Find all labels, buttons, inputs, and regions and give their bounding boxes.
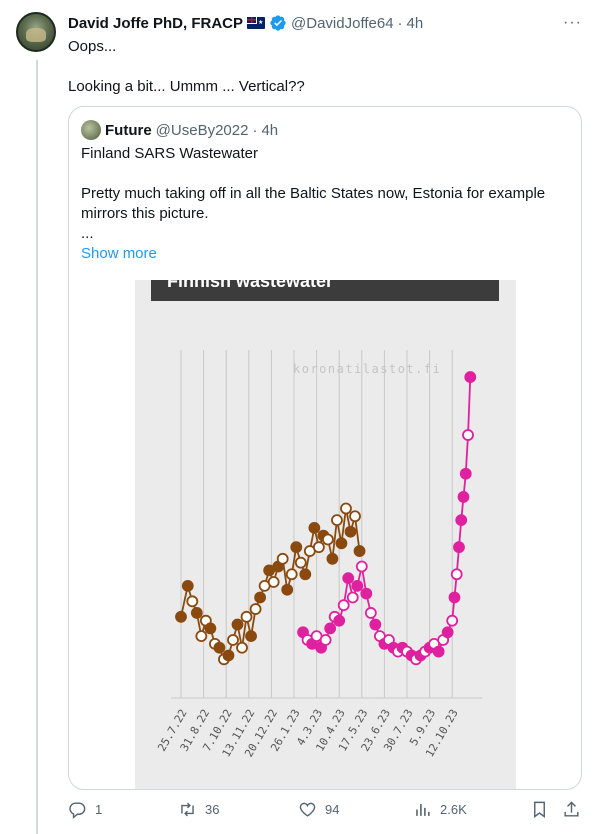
data-point — [231, 618, 244, 631]
reply-icon — [69, 802, 86, 819]
data-point — [455, 514, 468, 527]
show-more-link[interactable]: Show more — [81, 245, 157, 262]
quote-avatar[interactable] — [81, 120, 101, 140]
data-point — [351, 579, 364, 592]
retweet-count: 36 — [205, 802, 220, 817]
separator-dot: · — [397, 14, 403, 32]
data-point — [240, 610, 253, 623]
data-point — [459, 467, 472, 480]
data-point — [227, 634, 239, 646]
data-point — [294, 556, 307, 569]
data-point — [340, 502, 352, 515]
data-point — [364, 607, 377, 619]
data-point — [249, 603, 262, 615]
like-count: 94 — [325, 802, 340, 817]
data-point — [464, 371, 477, 383]
like-button[interactable]: 94 — [298, 800, 339, 819]
data-point — [450, 568, 463, 581]
tweet-header: David Joffe PhD, FRACP @DavidJoffe64 · 4… — [68, 12, 423, 34]
heart-icon — [299, 802, 316, 817]
data-point — [181, 579, 194, 592]
chart-watermark: koronatilastot.fi — [293, 362, 441, 376]
data-point — [321, 533, 334, 546]
data-point — [299, 568, 312, 581]
data-point — [245, 630, 257, 643]
data-point — [190, 607, 203, 619]
tweet-text-line1: Oops... — [68, 38, 117, 55]
more-options-icon[interactable]: ··· — [563, 14, 582, 32]
quote-time[interactable]: 4h — [261, 122, 278, 139]
reply-count: 1 — [95, 802, 103, 817]
data-point — [337, 599, 350, 612]
data-point — [432, 645, 445, 658]
data-point — [342, 572, 355, 585]
quoted-tweet[interactable]: Future @UseBy2022 · 4h Finland SARS Wast… — [68, 106, 582, 790]
data-point — [276, 552, 289, 565]
data-point — [441, 626, 454, 639]
quote-separator-dot: · — [252, 121, 258, 139]
data-point — [453, 541, 465, 554]
data-point — [204, 622, 217, 635]
data-point — [331, 514, 343, 527]
data-point — [308, 521, 321, 534]
data-point — [335, 537, 348, 550]
tweet-text-line2: Looking a bit... Ummm ... Vertical?? — [68, 78, 305, 95]
tweet-actions: 1 36 94 2.6K — [68, 800, 582, 824]
data-point — [462, 429, 474, 441]
retweet-icon — [181, 802, 194, 817]
data-point — [346, 591, 359, 604]
data-point — [290, 541, 303, 554]
data-point — [457, 491, 470, 503]
data-point — [195, 630, 208, 643]
data-point — [312, 541, 325, 554]
data-point — [285, 568, 298, 581]
wastewater-chart: koronatilastot.fi25.7.2231.8.227.10.2213… — [155, 350, 483, 759]
bookmark-icon — [534, 801, 545, 819]
share-button[interactable] — [562, 800, 581, 819]
views-chart-icon — [416, 803, 430, 816]
reply-button[interactable]: 1 — [68, 800, 102, 819]
data-point — [281, 583, 294, 596]
data-point — [353, 545, 366, 557]
data-point — [222, 649, 235, 662]
tweet-time[interactable]: 4h — [407, 15, 424, 32]
data-point — [326, 552, 339, 565]
data-point — [448, 591, 461, 604]
australia-flag-icon — [247, 17, 266, 29]
quote-handle[interactable]: @UseBy2022 — [156, 122, 249, 139]
verified-badge-icon[interactable] — [269, 14, 287, 32]
quote-text-line3: ... — [81, 225, 94, 242]
retweet-button[interactable]: 36 — [178, 800, 219, 819]
views-count: 2.6K — [440, 802, 467, 817]
views-button[interactable]: 2.6K — [413, 800, 467, 819]
data-point — [369, 618, 382, 631]
author-avatar[interactable] — [16, 12, 56, 52]
data-point — [360, 587, 373, 600]
data-point — [333, 614, 346, 627]
chart-image[interactable]: Finnish wastewater koronatilastot.fi 25.7… — [135, 280, 516, 789]
data-point — [324, 622, 337, 635]
quote-text-line2: Pretty much taking off in all the Baltic… — [81, 185, 546, 222]
bookmark-button[interactable] — [530, 800, 549, 819]
data-point — [186, 595, 199, 608]
data-point — [344, 525, 357, 538]
quote-text-line1: Finland SARS Wastewater — [81, 145, 259, 162]
data-point — [349, 510, 361, 523]
data-point — [355, 560, 368, 573]
data-point — [213, 641, 226, 654]
data-point — [254, 591, 266, 604]
series-line — [302, 377, 472, 661]
quote-header: Future @UseBy2022 · 4h — [81, 120, 278, 140]
share-icon — [564, 801, 579, 817]
data-point — [236, 641, 248, 654]
data-point — [267, 576, 280, 588]
author-handle[interactable]: @DavidJoffe64 — [291, 15, 394, 32]
quote-author-name[interactable]: Future — [105, 122, 152, 139]
author-name[interactable]: David Joffe PhD, FRACP — [68, 15, 243, 32]
data-point — [319, 634, 332, 646]
data-point — [446, 614, 459, 627]
data-point — [175, 610, 187, 623]
thread-line — [36, 60, 38, 834]
